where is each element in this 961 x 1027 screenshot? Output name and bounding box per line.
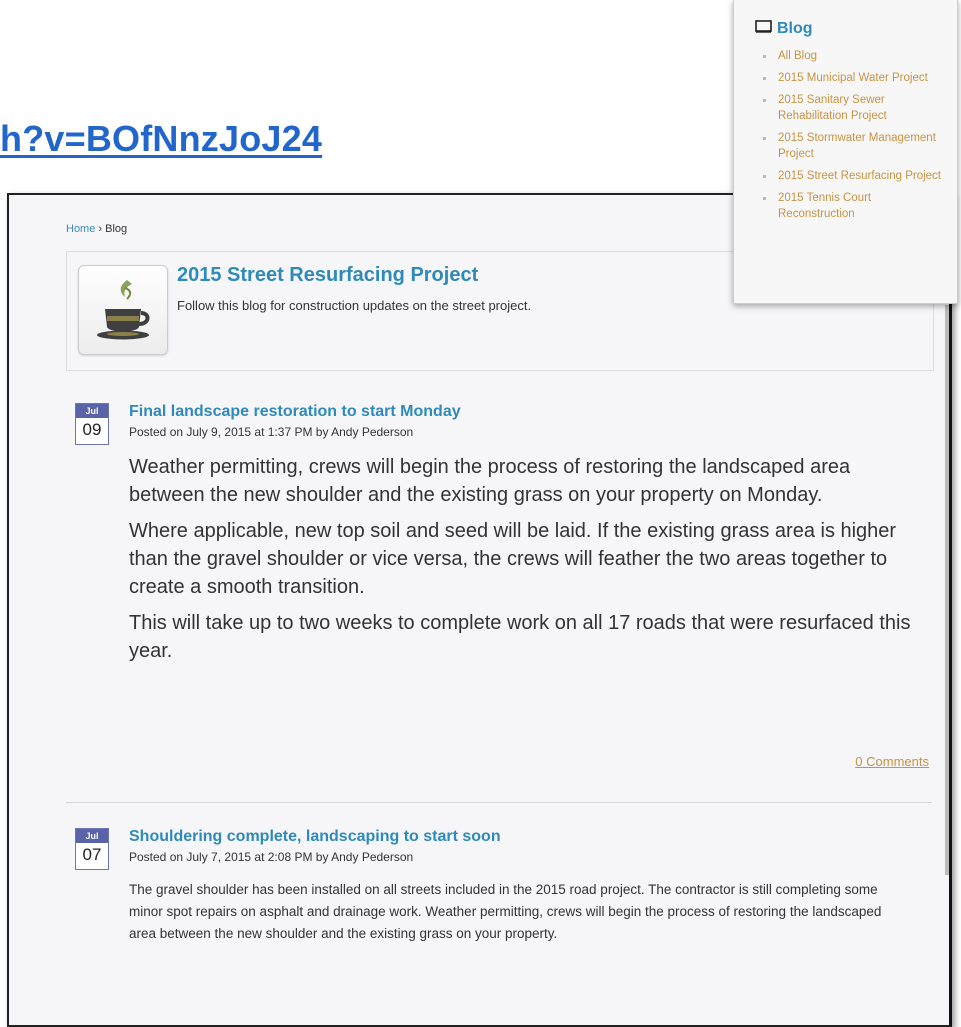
sidebar-item-sanitary-sewer[interactable]: 2015 Sanitary Sewer Rehabilitation Proje… (760, 92, 950, 124)
coffee-cup-icon (78, 265, 168, 355)
date-day: 09 (82, 420, 102, 439)
post-meta: Posted on July 7, 2015 at 2:08 PM by And… (129, 850, 414, 864)
post-divider (66, 802, 932, 803)
sidebar-item-all-blog[interactable]: All Blog (760, 48, 950, 64)
sidebar-blog-panel: Blog All Blog 2015 Municipal Water Proje… (733, 0, 958, 304)
date-day: 07 (82, 845, 102, 864)
sidebar-item-street-resurfacing[interactable]: 2015 Street Resurfacing Project (760, 168, 950, 184)
post-body: Weather permitting, crews will begin the… (129, 453, 929, 673)
date-badge: Jul 09 (75, 403, 109, 445)
sidebar-item-municipal-water[interactable]: 2015 Municipal Water Project (760, 70, 950, 86)
scrollbar[interactable] (945, 305, 949, 875)
post-title-link[interactable]: Final landscape restoration to start Mon… (129, 403, 461, 421)
blog-description: Follow this blog for construction update… (177, 298, 532, 313)
sidebar-list: All Blog 2015 Municipal Water Project 20… (760, 48, 950, 228)
video-url-text[interactable]: h?v=BOfNnzJoJ24 (0, 118, 322, 160)
post-body: The gravel shoulder has been installed o… (129, 882, 882, 941)
sidebar-heading[interactable]: Blog (755, 20, 813, 38)
sidebar-item-tennis-court[interactable]: 2015 Tennis Court Reconstruction (760, 190, 950, 222)
sidebar-item-stormwater[interactable]: 2015 Stormwater Management Project (760, 130, 950, 162)
date-month: Jul (76, 404, 108, 418)
post-paragraph: This will take up to two weeks to comple… (129, 612, 911, 662)
date-badge: Jul 07 (75, 828, 109, 870)
book-icon (755, 20, 772, 38)
breadcrumb: Home › Blog (66, 223, 127, 235)
sidebar-heading-label: Blog (777, 20, 813, 37)
breadcrumb-separator: › (98, 223, 103, 235)
blog-title: 2015 Street Resurfacing Project (177, 264, 479, 286)
breadcrumb-current: Blog (105, 223, 128, 235)
post-paragraph: Weather permitting, crews will begin the… (129, 456, 851, 506)
post-paragraph: Where applicable, new top soil and seed … (129, 520, 897, 598)
date-month: Jul (76, 829, 108, 843)
browser-window: Home › Blog 2015 Street Resurfacing Proj… (7, 193, 952, 1027)
comments-link[interactable]: 0 Comments (855, 754, 929, 769)
post-title-link[interactable]: Shouldering complete, landscaping to sta… (129, 828, 501, 846)
post-meta: Posted on July 9, 2015 at 1:37 PM by And… (129, 425, 414, 439)
breadcrumb-home-link[interactable]: Home (66, 223, 95, 235)
